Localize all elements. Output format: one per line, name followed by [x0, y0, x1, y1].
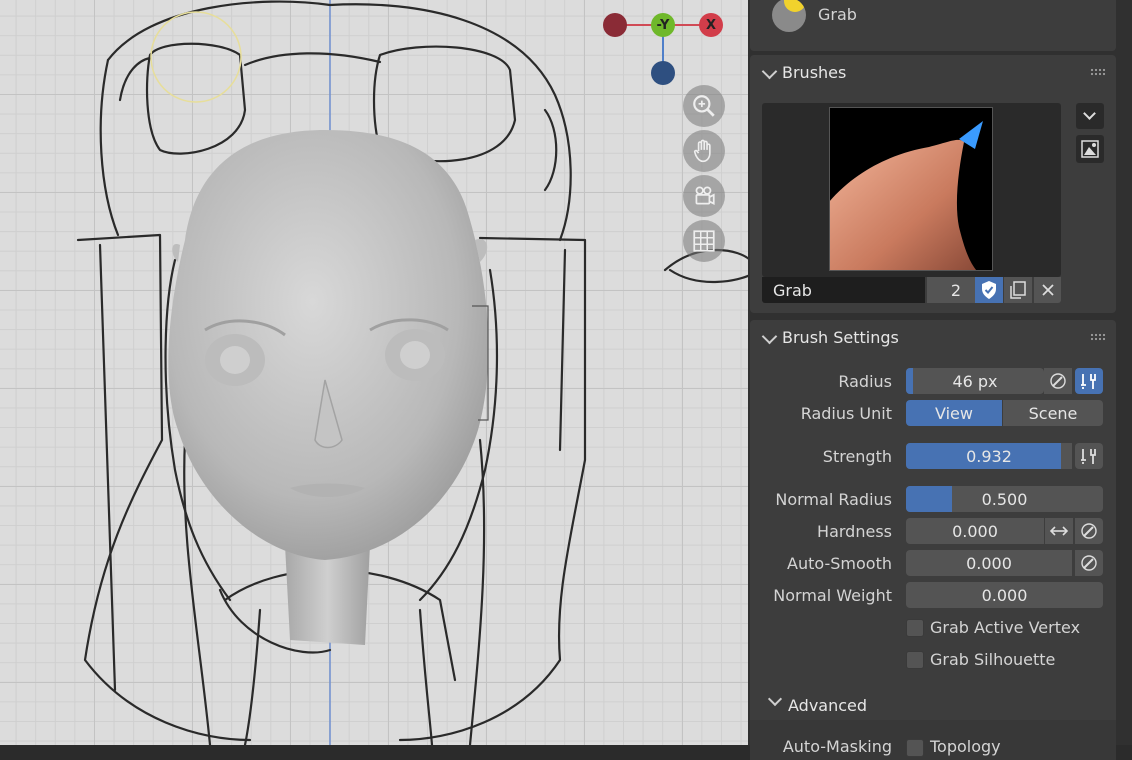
advanced-body: Auto-Masking Topology	[750, 720, 1116, 760]
topology-checkbox[interactable]	[906, 739, 924, 757]
eyedropper-icon	[1081, 523, 1097, 539]
duplicate-brush-button[interactable]	[1004, 277, 1032, 303]
normal-radius-fill	[906, 486, 952, 512]
chevron-down-icon	[761, 63, 778, 80]
fake-user-button[interactable]	[975, 277, 1003, 303]
chevron-down-icon	[761, 328, 778, 345]
auto-smooth-field[interactable]: 0.000	[906, 550, 1072, 576]
y-axis-ball[interactable]: -Y	[651, 13, 675, 37]
image-icon	[1081, 140, 1099, 158]
advanced-subpanel-header[interactable]: Advanced	[766, 688, 1106, 718]
unlink-brush-button[interactable]	[1034, 277, 1061, 303]
close-icon	[1042, 284, 1054, 296]
hardness-label: Hardness	[817, 522, 892, 541]
hardness-invert-button[interactable]	[1045, 518, 1073, 544]
grab-tool-icon	[772, 0, 806, 32]
radius-label: Radius	[838, 372, 892, 391]
brush-image-button[interactable]	[1076, 135, 1104, 163]
normal-radius-label: Normal Radius	[775, 490, 892, 509]
hand-pan-icon	[693, 139, 711, 163]
shield-check-icon	[982, 281, 996, 299]
strength-pressure-toggle[interactable]	[1075, 443, 1103, 469]
pen-pressure-icon	[1081, 449, 1096, 464]
radius-eyedropper-button[interactable]	[1044, 368, 1072, 394]
normal-weight-field[interactable]: 0.000	[906, 582, 1103, 608]
strength-field[interactable]: 0.932	[906, 443, 1072, 469]
radius-unit-scene-option[interactable]: Scene	[1003, 400, 1103, 426]
brush-name-field[interactable]: Grab	[762, 277, 925, 303]
grab-silhouette-checkbox[interactable]	[906, 651, 924, 669]
radius-unit-view-option[interactable]: View	[906, 400, 1002, 426]
double-arrow-icon	[1049, 526, 1069, 536]
grab-silhouette-label: Grab Silhouette	[930, 650, 1056, 669]
zoom-button[interactable]	[683, 85, 725, 127]
axis-gizmo[interactable]: -Y X	[598, 8, 728, 88]
brushes-panel: Brushes Grab 2	[750, 55, 1116, 313]
grab-active-vertex-label: Grab Active Vertex	[930, 618, 1081, 637]
panel-title: Brush Settings	[782, 328, 899, 347]
auto-masking-label: Auto-Masking	[782, 737, 892, 756]
pan-button[interactable]	[683, 130, 725, 172]
hardness-eyedropper-button[interactable]	[1075, 518, 1103, 544]
brush-thumbnail	[829, 107, 993, 271]
radius-field[interactable]: 46 px	[906, 368, 1044, 394]
zoom-icon	[693, 95, 715, 117]
auto-smooth-eyedropper-button[interactable]	[1075, 550, 1103, 576]
drag-grip-icon[interactable]	[1090, 68, 1106, 76]
grab-active-vertex-checkbox[interactable]	[906, 619, 924, 637]
eyedropper-icon	[1081, 555, 1097, 571]
grid-icon	[693, 230, 715, 252]
panel-title: Brushes	[782, 63, 847, 82]
radius-pressure-toggle[interactable]	[1075, 368, 1103, 394]
active-tool-panel: Grab	[750, 0, 1116, 51]
advanced-label: Advanced	[788, 696, 868, 715]
duplicate-icon	[1010, 281, 1026, 299]
brushes-panel-header[interactable]: Brushes	[750, 55, 1116, 91]
x-axis-ball[interactable]: X	[699, 13, 723, 37]
neg-x-axis-ball[interactable]	[603, 13, 627, 37]
radius-unit-label: Radius Unit	[800, 404, 892, 423]
drag-grip-icon[interactable]	[1090, 333, 1106, 341]
pen-pressure-icon	[1081, 374, 1096, 389]
ortho-toggle-button[interactable]	[683, 220, 725, 262]
auto-smooth-label: Auto-Smooth	[787, 554, 892, 573]
strength-label: Strength	[822, 447, 892, 466]
normal-radius-field[interactable]: 0.500	[906, 486, 1103, 512]
camera-icon	[695, 186, 715, 205]
normal-weight-label: Normal Weight	[773, 586, 892, 605]
eyedropper-icon	[1050, 373, 1066, 389]
properties-sidebar: Grab Brushes Grab 2 Brush Settings Radiu…	[748, 0, 1132, 760]
active-tool-name: Grab	[818, 5, 857, 24]
radius-fill	[906, 368, 913, 394]
camera-view-button[interactable]	[683, 175, 725, 217]
z-axis-ball[interactable]	[651, 61, 675, 85]
brush-settings-panel: Brush Settings Radius 46 px Radius Unit …	[750, 320, 1116, 760]
hardness-field[interactable]: 0.000	[906, 518, 1044, 544]
brush-preview-box[interactable]	[762, 103, 1061, 277]
scene-drawing	[76, 0, 750, 745]
chevron-down-icon	[767, 691, 783, 707]
topology-label: Topology	[930, 737, 1001, 756]
brush-settings-header[interactable]: Brush Settings	[750, 320, 1116, 356]
brush-menu-dropdown[interactable]	[1076, 103, 1104, 129]
chevron-down-icon	[1083, 107, 1096, 120]
